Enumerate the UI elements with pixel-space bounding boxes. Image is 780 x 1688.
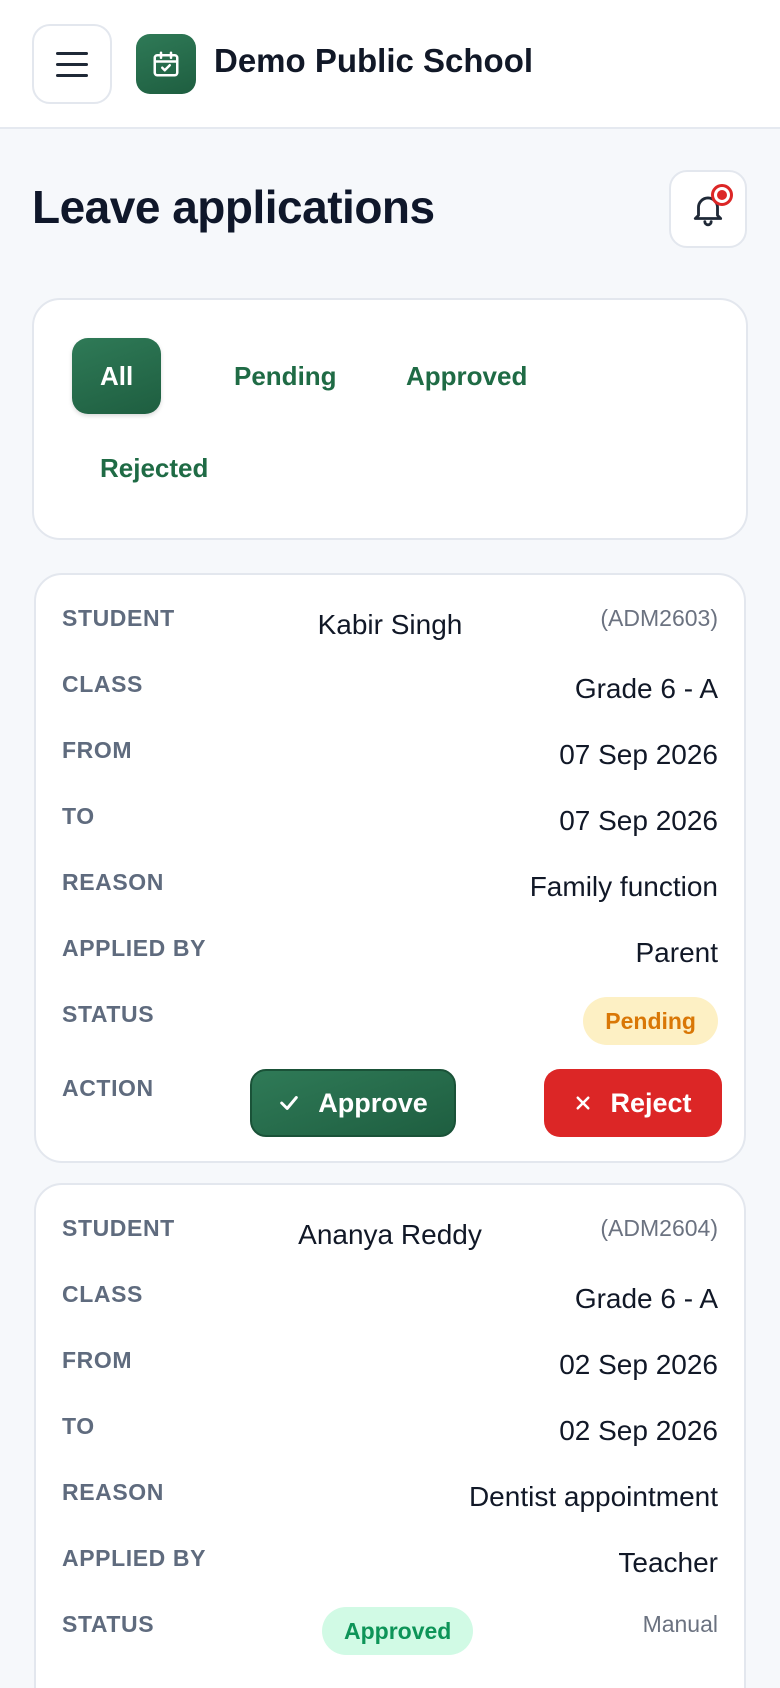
from-date: 02 Sep 2026 (559, 1349, 718, 1380)
applied-by-row: APPLIED BY Teacher (36, 1545, 744, 1585)
reason-row: REASON Family function (36, 869, 744, 909)
filter-tab-pending[interactable]: Pending (206, 338, 365, 414)
status-filter-card: All Pending Approved Rejected (32, 298, 748, 540)
close-icon (576, 1096, 590, 1110)
to-date: 07 Sep 2026 (559, 805, 718, 836)
check-icon (280, 1096, 299, 1110)
reason-label: REASON (62, 1479, 165, 1505)
class-label: CLASS (62, 671, 143, 697)
hamburger-icon (56, 51, 88, 55)
approve-button-label: Approve (318, 1087, 428, 1118)
applied-by-value: Parent (635, 937, 719, 968)
notifications-button[interactable] (669, 170, 747, 248)
school-logo (136, 34, 196, 94)
from-date: 07 Sep 2026 (559, 739, 718, 770)
reason-value: Dentist appointment (468, 1481, 718, 1512)
applied-by-value: Teacher (618, 1547, 718, 1578)
student-row: STUDENT Kabir Singh (ADM2603) (36, 605, 744, 645)
status-badge: Pending (583, 997, 718, 1045)
class-value: Grade 6 - A (574, 673, 718, 704)
notification-badge (711, 184, 733, 206)
menu-button[interactable] (32, 24, 112, 104)
from-label: FROM (62, 737, 133, 763)
applied-by-row: APPLIED BY Parent (36, 935, 744, 975)
reason-value: Family function (529, 871, 718, 902)
reject-button[interactable]: Reject (544, 1069, 722, 1137)
to-row: TO 07 Sep 2026 (36, 803, 744, 843)
class-row: CLASS Grade 6 - A (36, 671, 744, 711)
reason-row: REASON Dentist appointment (36, 1479, 744, 1519)
filter-tab-rejected[interactable]: Rejected (72, 430, 236, 506)
reject-button-label: Reject (610, 1087, 692, 1118)
reason-label: REASON (62, 869, 165, 895)
status-badge: Approved (322, 1607, 474, 1655)
to-label: TO (62, 1413, 95, 1439)
class-row: CLASS Grade 6 - A (36, 1281, 744, 1321)
student-row: STUDENT Ananya Reddy (ADM2604) (36, 1215, 744, 1255)
filter-tab-all[interactable]: All (72, 338, 162, 414)
status-label: STATUS (62, 1611, 155, 1637)
from-label: FROM (62, 1347, 133, 1373)
class-value: Grade 6 - A (574, 1283, 718, 1314)
calendar-check-icon (153, 51, 179, 77)
leave-application-card: STUDENT Kabir Singh (ADM2603) CLASS Grad… (34, 573, 746, 1163)
from-row: FROM 02 Sep 2026 (36, 1347, 744, 1387)
admission-number: (ADM2603) (600, 605, 718, 631)
applied-by-label: APPLIED BY (62, 1545, 207, 1571)
approve-button[interactable]: Approve (250, 1069, 456, 1137)
top-bar: Demo Public School (0, 0, 780, 129)
admission-number: (ADM2604) (600, 1215, 718, 1241)
class-label: CLASS (62, 1281, 143, 1307)
from-row: FROM 07 Sep 2026 (36, 737, 744, 777)
to-row: TO 02 Sep 2026 (36, 1413, 744, 1453)
page-title: Leave applications (32, 181, 435, 233)
filter-tab-approved[interactable]: Approved (378, 338, 555, 414)
to-date: 02 Sep 2026 (559, 1415, 718, 1446)
status-label: STATUS (62, 1001, 155, 1027)
school-name: Demo Public School (214, 42, 534, 79)
action-label: ACTION (62, 1075, 154, 1101)
hamburger-icon-line (56, 62, 88, 66)
status-mode: Manual (642, 1611, 718, 1637)
leave-application-card: STUDENT Ananya Reddy (ADM2604) CLASS Gra… (34, 1183, 746, 1688)
hamburger-icon-line (56, 73, 88, 77)
to-label: TO (62, 803, 95, 829)
applied-by-label: APPLIED BY (62, 935, 207, 961)
